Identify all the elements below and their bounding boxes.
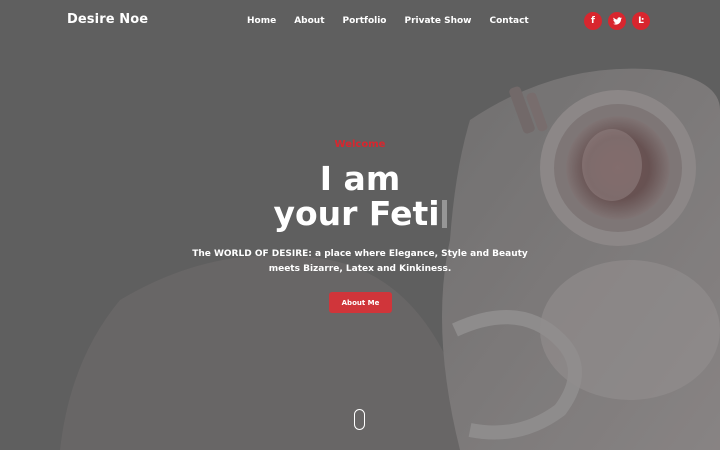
nav-link-portfolio[interactable]: Portfolio [343,16,387,26]
nav-link-contact[interactable]: Contact [490,16,529,26]
hero-headline-typed-text: your Feti [273,194,440,233]
nav-link-about[interactable]: About [294,16,324,26]
scroll-down-icon[interactable] [354,409,365,430]
welcome-label: Welcome [334,139,386,150]
onlyfans-icon[interactable]: Ŀ [632,12,650,30]
hero-tagline-line1: The WORLD OF DESIRE: a place where Elega… [192,249,528,259]
nav-link-home[interactable]: Home [247,16,276,26]
facebook-icon[interactable]: f [584,12,602,30]
about-me-button[interactable]: About Me [329,292,392,313]
social-links: f Ŀ [584,12,650,30]
nav-link-private-show[interactable]: Private Show [405,16,472,26]
typing-cursor [441,200,447,228]
hero-headline-line1: I am [319,159,401,198]
twitter-icon[interactable] [608,12,626,30]
hero-tagline: The WORLD OF DESIRE: a place where Elega… [0,247,720,277]
nav-links: Home About Portfolio Private Show Contac… [247,16,547,26]
hero-headline-line2: your Feti [0,196,720,232]
brand-logo[interactable]: Desire Noe [67,12,148,27]
top-navbar: Desire Noe Home About Portfolio Private … [0,0,720,44]
hero-tagline-line2: meets Bizarre, Latex and Kinkiness. [268,264,452,274]
